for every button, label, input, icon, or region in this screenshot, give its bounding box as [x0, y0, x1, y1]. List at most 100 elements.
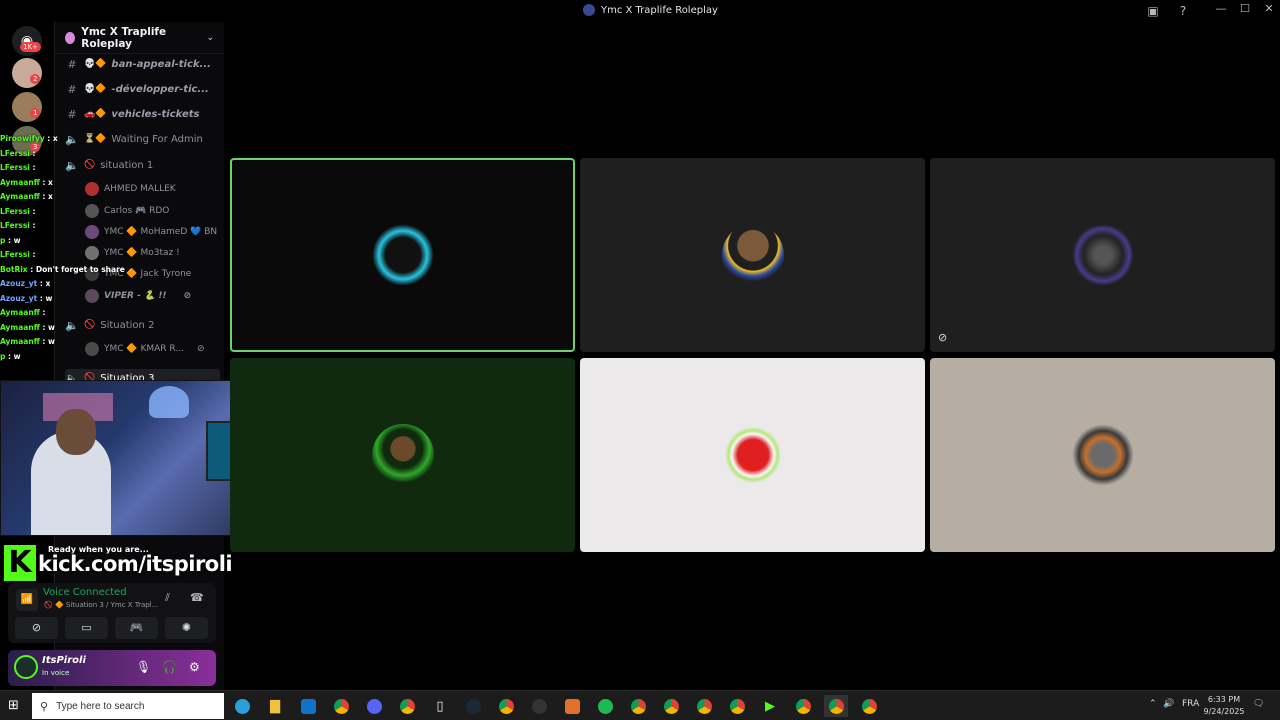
server-header[interactable]: Ymc X Traplife Roleplay ⌄: [55, 22, 224, 54]
chat-line: LFerssi :: [0, 207, 90, 222]
hash-icon: #: [67, 82, 77, 96]
avatar: [371, 224, 434, 286]
hash-icon: #: [67, 107, 77, 121]
chat-line: LFerssi :: [0, 250, 90, 265]
gear-icon[interactable]: ⚙: [189, 660, 200, 674]
video-tile[interactable]: [930, 358, 1275, 552]
chrome-icon[interactable]: [659, 695, 683, 717]
outlook-icon[interactable]: [296, 695, 320, 717]
activity-button[interactable]: 🎮: [115, 617, 158, 639]
chat-user: LFerssi: [0, 148, 30, 158]
chat-msg: :: [32, 163, 36, 172]
chat-user: p: [0, 235, 6, 245]
search-icon: ⚲: [40, 699, 49, 713]
user-status: In voice: [42, 669, 70, 677]
server-name: Ymc X Traplife Roleplay: [81, 25, 167, 50]
channel-label: vehicles-tickets: [111, 108, 200, 120]
chrome-icon[interactable]: [626, 695, 650, 717]
chrome-icon[interactable]: [824, 695, 848, 717]
channel-developper[interactable]: # 💀🔶 -développer-tic...: [65, 80, 220, 98]
terminal-icon[interactable]: ▶: [758, 695, 782, 717]
rail-badge: 1: [30, 108, 41, 118]
title-bar: Ymc X Traplife Roleplay ▣ ? — ☐ ✕: [0, 0, 1280, 22]
disconnect-icon[interactable]: ☎: [190, 591, 204, 604]
voice-user-name: YMC 🔶 MoHameD 💙 BN: [104, 227, 218, 237]
chat-line: Aymaanff : x: [0, 178, 90, 193]
chrome-icon[interactable]: [857, 695, 881, 717]
voice-user[interactable]: Carlos 🎮 RDO: [85, 202, 169, 220]
camera-off-button[interactable]: ⊘: [15, 617, 58, 639]
chrome-icon[interactable]: [791, 695, 815, 717]
voice-user[interactable]: YMC 🔶 Mo3taz !: [85, 244, 180, 262]
video-tile[interactable]: [230, 158, 575, 352]
chrome-icon[interactable]: [725, 695, 749, 717]
edge-icon[interactable]: [230, 695, 254, 717]
windows-start-icon[interactable]: ⊞: [8, 699, 22, 713]
minimize-button[interactable]: —: [1209, 2, 1233, 15]
chrome-icon[interactable]: [494, 695, 518, 717]
noise-suppression-icon[interactable]: ⫽: [165, 591, 170, 605]
voice-user[interactable]: AHMED MALLEK: [85, 180, 176, 198]
discord-icon[interactable]: [362, 695, 386, 717]
chat-user: Aymaanff: [0, 337, 40, 346]
maximize-button[interactable]: ☐: [1233, 2, 1257, 15]
screen-share-button[interactable]: ▭: [65, 617, 108, 639]
voice-user[interactable]: YMC 🔶 MoHameD 💙 BN: [85, 223, 217, 241]
chat-msg: : w: [42, 322, 55, 332]
chat-line: LFerssi :: [0, 221, 90, 236]
soundboard-button[interactable]: ✺: [165, 617, 208, 639]
chat-msg: :: [32, 148, 36, 158]
file-explorer-icon[interactable]: ▇: [263, 695, 287, 717]
server-icon[interactable]: [12, 58, 42, 88]
signal-icon[interactable]: 📶: [16, 589, 38, 611]
spotify-icon[interactable]: [593, 695, 617, 717]
voice-user-name: Carlos 🎮 RDO: [104, 206, 170, 216]
clock[interactable]: 6:33 PM 9/24/2025: [1200, 694, 1248, 718]
chat-msg: :: [32, 221, 36, 230]
chrome-icon[interactable]: [692, 695, 716, 717]
steam-icon[interactable]: [461, 695, 485, 717]
chat-user: Aymaanff: [0, 308, 40, 317]
headphones-icon[interactable]: 🎧: [162, 660, 177, 674]
avatar: [371, 424, 434, 486]
inbox-icon[interactable]: ▣: [1145, 3, 1161, 19]
voice-user[interactable]: YMC 🔶 KMAR R... ⊘: [85, 340, 204, 358]
chat-msg: :: [32, 250, 36, 259]
chat-msg: : Don't forget to share: [30, 264, 125, 274]
avatar: [1071, 424, 1134, 486]
taskbar: ⊞ ⚲ Type here to search ▇ ▯ ▶ ⌃ 🔊 FRA 6:…: [0, 690, 1280, 720]
chat-line: p : w: [0, 236, 90, 251]
volume-icon[interactable]: 🔊: [1163, 699, 1174, 709]
server-icon[interactable]: [12, 92, 42, 122]
video-tile[interactable]: ⊘: [930, 158, 1275, 352]
voice-status[interactable]: Voice Connected: [43, 587, 127, 598]
chat-msg: : x: [42, 192, 53, 201]
help-icon[interactable]: ?: [1175, 3, 1191, 19]
notification-icon[interactable]: 🗨: [1253, 699, 1264, 709]
chevron-up-icon[interactable]: ⌃: [1149, 699, 1157, 709]
chevron-down-icon: ⌄: [206, 32, 214, 43]
rockstar-icon[interactable]: [527, 695, 551, 717]
video-tile[interactable]: [230, 358, 575, 552]
taskbar-search[interactable]: ⚲ Type here to search: [32, 693, 224, 719]
video-tile[interactable]: [580, 158, 925, 352]
voice-user[interactable]: VIPER - 🐍 !! ⊘: [85, 287, 191, 305]
username[interactable]: ItsPiroli: [42, 655, 86, 666]
close-button[interactable]: ✕: [1257, 2, 1280, 15]
chrome-icon[interactable]: [395, 695, 419, 717]
channel-label: ban-appeal-tick...: [111, 58, 211, 70]
avatar: [1071, 224, 1134, 286]
document-icon[interactable]: ▯: [428, 695, 452, 717]
chat-line: Aymaanff : x: [0, 192, 90, 207]
hash-icon: #: [67, 57, 77, 71]
voice-channel[interactable]: 🚫 🔶 Situation 3 / Ymc X Trapl...: [44, 601, 158, 609]
app-icon[interactable]: [560, 695, 584, 717]
video-tile[interactable]: [580, 358, 925, 552]
channel-vehicles[interactable]: # 🚗🔶 vehicles-tickets: [65, 105, 220, 123]
channel-ban-appeal[interactable]: # 💀🔶 ban-appeal-tick...: [65, 55, 220, 73]
chrome-icon[interactable]: [329, 695, 353, 717]
microphone-icon[interactable]: 🎙: [136, 660, 151, 674]
avatar[interactable]: [14, 655, 38, 679]
language-indicator[interactable]: FRA: [1182, 699, 1199, 709]
user-panel: ItsPiroli In voice 🎙 🎧 ⚙: [8, 650, 216, 686]
